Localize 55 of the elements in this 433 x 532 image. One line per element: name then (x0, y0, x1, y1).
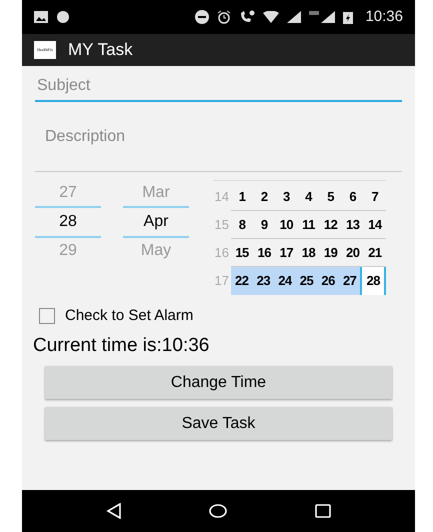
home-icon[interactable] (209, 504, 228, 518)
calendar-day[interactable]: 11 (297, 211, 320, 238)
calendar-day[interactable]: 25 (296, 267, 318, 295)
calendar-day[interactable]: 18 (297, 239, 320, 266)
calendar-day[interactable]: 26 (317, 267, 339, 295)
week-number: 17 (214, 272, 230, 290)
calendar-day[interactable]: 27 (338, 267, 360, 295)
record-icon (56, 10, 70, 24)
battery-icon (343, 10, 354, 24)
picker-value[interactable]: Apr (123, 206, 189, 238)
action-button[interactable]: Save Task (45, 407, 392, 440)
status-time: 10:36 (365, 6, 403, 27)
app-title: MY Task (68, 39, 133, 62)
calendar-day[interactable]: 28 (360, 267, 386, 295)
calendar-day[interactable]: 17 (275, 239, 298, 266)
picker-value[interactable]: 28 (35, 206, 101, 238)
subject-field[interactable]: Subject (35, 72, 402, 102)
calendar-day[interactable]: 7 (364, 183, 386, 210)
calendar-day[interactable]: 20 (342, 239, 364, 266)
alarm-label: Check to Set Alarm (65, 306, 194, 326)
do-not-disturb-icon (195, 10, 210, 24)
calendar-day[interactable]: 19 (320, 239, 342, 266)
calendar-day[interactable]: 8 (231, 211, 254, 238)
alarm-icon (217, 10, 232, 24)
description-field[interactable]: Description (35, 122, 402, 172)
calendar-day[interactable]: 14 (364, 211, 386, 238)
calendar-day[interactable]: 16 (253, 239, 276, 266)
action-button[interactable]: Change Time (45, 366, 392, 399)
recents-icon[interactable] (315, 504, 332, 518)
calendar-day[interactable]: 13 (342, 211, 364, 238)
calendar-day[interactable]: 23 (252, 267, 274, 295)
calendar-day[interactable]: 10 (275, 211, 298, 238)
calendar-day[interactable]: 5 (320, 183, 342, 210)
week-number: 15 (214, 216, 230, 234)
calendar-day[interactable]: 22 (231, 267, 253, 295)
calendar-day[interactable]: 4 (297, 183, 320, 210)
phone-icon (239, 10, 256, 24)
calendar-day[interactable]: 21 (364, 239, 386, 266)
week-number: 14 (214, 188, 230, 206)
alarm-checkbox[interactable] (39, 308, 55, 324)
image-icon (34, 11, 48, 23)
current-time: Current time is:10:36 (33, 334, 210, 358)
calendar-day[interactable]: 1 (231, 183, 254, 210)
calendar-day[interactable]: 2 (253, 183, 276, 210)
signal-icon (287, 11, 302, 23)
signal-icon (309, 11, 336, 23)
week-number: 16 (214, 244, 230, 262)
calendar-day[interactable]: 24 (274, 267, 296, 295)
calendar-day[interactable]: 15 (231, 239, 254, 266)
calendar-day[interactable]: 12 (320, 211, 342, 238)
wifi-icon (263, 11, 280, 23)
calendar-day[interactable]: 6 (342, 183, 364, 210)
back-icon[interactable] (106, 503, 122, 519)
calendar-day[interactable]: 9 (253, 211, 276, 238)
calendar-day[interactable]: 3 (275, 183, 298, 210)
